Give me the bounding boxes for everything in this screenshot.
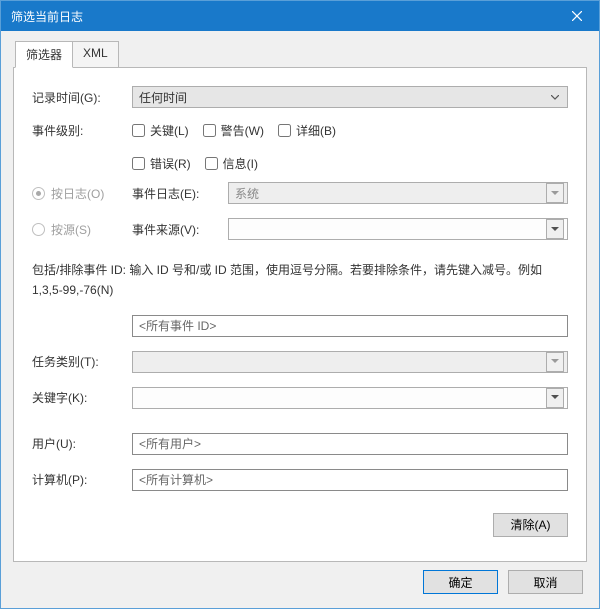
tab-xml[interactable]: XML [72, 41, 119, 68]
chk-verbose[interactable]: 详细(B) [278, 122, 336, 139]
field-event-log: 事件日志(E): 系统 [132, 182, 568, 204]
chk-warning-label: 警告(W) [221, 122, 264, 139]
event-source-dropdown-button[interactable] [546, 219, 564, 239]
event-id-placeholder: <所有事件 ID> [139, 317, 216, 334]
field-task-category [132, 351, 568, 373]
radio-by-log-circle [32, 187, 45, 200]
chk-critical[interactable]: 关键(L) [132, 122, 189, 139]
event-log-dropdown: 系统 [228, 182, 568, 204]
chk-critical-label: 关键(L) [150, 122, 189, 139]
radio-by-source-label: 按源(S) [51, 221, 91, 238]
tab-body: 记录时间(G): 任何时间 事件级别: [13, 67, 587, 562]
tab-filter[interactable]: 筛选器 [15, 41, 73, 68]
dialog-content: 筛选器 XML 记录时间(G): 任何时间 [1, 31, 599, 608]
label-task-category: 任务类别(T): [32, 353, 132, 370]
label-event-source: 事件来源(V): [132, 221, 214, 238]
label-logged-time: 记录时间(G): [32, 89, 132, 106]
clear-button-label: 清除(A) [511, 518, 551, 532]
row-by-log: 按日志(O) 事件日志(E): 系统 [32, 182, 568, 204]
user-placeholder: <所有用户> [139, 435, 201, 452]
keywords-dropdown[interactable] [132, 387, 568, 409]
field-event-id: <所有事件 ID> [132, 315, 568, 337]
down-triangle-icon [551, 227, 559, 232]
task-category-dropdown [132, 351, 568, 373]
tab-strip: 筛选器 XML [15, 41, 587, 68]
row-clear: 清除(A) [32, 513, 568, 537]
row-task-category: 任务类别(T): [32, 351, 568, 373]
logged-time-value: 任何时间 [139, 89, 547, 106]
chk-info[interactable]: 信息(I) [205, 155, 258, 172]
task-category-dropdown-button [546, 352, 564, 372]
field-user: <所有用户> [132, 433, 568, 455]
down-triangle-icon [551, 395, 559, 400]
chk-error-input[interactable] [132, 157, 145, 170]
chk-verbose-label: 详细(B) [296, 122, 336, 139]
radio-by-log-label: 按日志(O) [51, 185, 104, 202]
radio-by-log: 按日志(O) [32, 185, 104, 202]
row-event-level: 事件级别: 关键(L) 警告(W) 详细(B) [32, 122, 568, 172]
chk-warning[interactable]: 警告(W) [203, 122, 264, 139]
row-computer: 计算机(P): <所有计算机> [32, 469, 568, 491]
label-keywords: 关键字(K): [32, 389, 132, 406]
event-log-dropdown-button [546, 183, 564, 203]
user-input[interactable]: <所有用户> [132, 433, 568, 455]
tab-host: 筛选器 XML 记录时间(G): 任何时间 [13, 41, 587, 562]
chk-error[interactable]: 错误(R) [132, 155, 191, 172]
row-keywords: 关键字(K): [32, 387, 568, 409]
label-computer: 计算机(P): [32, 471, 132, 488]
chk-verbose-input[interactable] [278, 124, 291, 137]
label-user: 用户(U): [32, 435, 132, 452]
row-logged-time: 记录时间(G): 任何时间 [32, 86, 568, 108]
event-log-value: 系统 [235, 185, 546, 202]
cancel-button-label: 取消 [533, 576, 557, 590]
tab-filter-label: 筛选器 [26, 48, 62, 62]
row-user: 用户(U): <所有用户> [32, 433, 568, 455]
label-by-log-wrap: 按日志(O) [32, 185, 132, 202]
down-triangle-icon [551, 191, 559, 196]
tab-xml-label: XML [83, 46, 108, 60]
field-computer: <所有计算机> [132, 469, 568, 491]
dialog-title: 筛选当前日志 [11, 8, 554, 25]
computer-input[interactable]: <所有计算机> [132, 469, 568, 491]
event-id-help-text: 包括/排除事件 ID: 输入 ID 号和/或 ID 范围，使用逗号分隔。若要排除… [32, 260, 568, 301]
radio-by-source: 按源(S) [32, 221, 91, 238]
clear-button[interactable]: 清除(A) [493, 513, 568, 537]
computer-placeholder: <所有计算机> [139, 471, 213, 488]
radio-by-source-circle [32, 223, 45, 236]
chk-warning-input[interactable] [203, 124, 216, 137]
event-source-dropdown[interactable] [228, 218, 568, 240]
down-triangle-icon [551, 359, 559, 364]
field-keywords [132, 387, 568, 409]
dialog-window: 筛选当前日志 筛选器 XML 记录时间(G): [0, 0, 600, 609]
chk-error-label: 错误(R) [150, 155, 191, 172]
ok-button[interactable]: 确定 [423, 570, 498, 594]
label-event-level: 事件级别: [32, 122, 132, 139]
row-by-source: 按源(S) 事件来源(V): [32, 218, 568, 240]
close-button[interactable] [554, 1, 599, 31]
close-icon [572, 11, 582, 21]
event-id-input[interactable]: <所有事件 ID> [132, 315, 568, 337]
logged-time-dropdown[interactable]: 任何时间 [132, 86, 568, 108]
field-logged-time: 任何时间 [132, 86, 568, 108]
button-bar: 确定 取消 [13, 562, 587, 594]
keywords-dropdown-button[interactable] [546, 388, 564, 408]
chk-info-label: 信息(I) [223, 155, 258, 172]
chevron-down-icon [547, 95, 563, 100]
field-event-level: 关键(L) 警告(W) 详细(B) 错误(R [132, 122, 568, 172]
row-event-id: <所有事件 ID> [32, 315, 568, 337]
ok-button-label: 确定 [448, 576, 472, 590]
label-by-source-wrap: 按源(S) [32, 221, 132, 238]
chk-critical-input[interactable] [132, 124, 145, 137]
chk-info-input[interactable] [205, 157, 218, 170]
cancel-button[interactable]: 取消 [508, 570, 583, 594]
label-event-log: 事件日志(E): [132, 185, 214, 202]
field-event-source: 事件来源(V): [132, 218, 568, 240]
titlebar: 筛选当前日志 [1, 1, 599, 31]
